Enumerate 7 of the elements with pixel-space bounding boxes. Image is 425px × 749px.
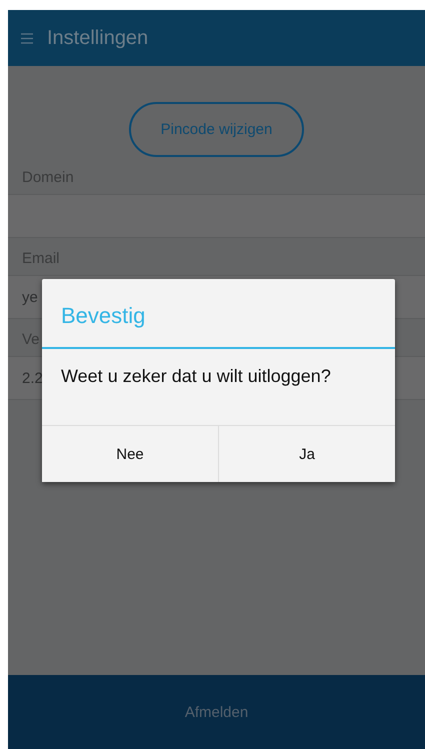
dialog-button[interactable]: Nee	[42, 426, 218, 482]
dialog-title: Bevestig	[60, 302, 146, 330]
menu-icon[interactable]	[21, 32, 33, 44]
input-field[interactable]	[8, 194, 425, 238]
dialog-button[interactable]: Ja	[218, 426, 395, 482]
dialog-message: Weet u zeker dat u wilt uitloggen?	[60, 365, 332, 388]
screen-title: Instellingen	[47, 26, 148, 50]
